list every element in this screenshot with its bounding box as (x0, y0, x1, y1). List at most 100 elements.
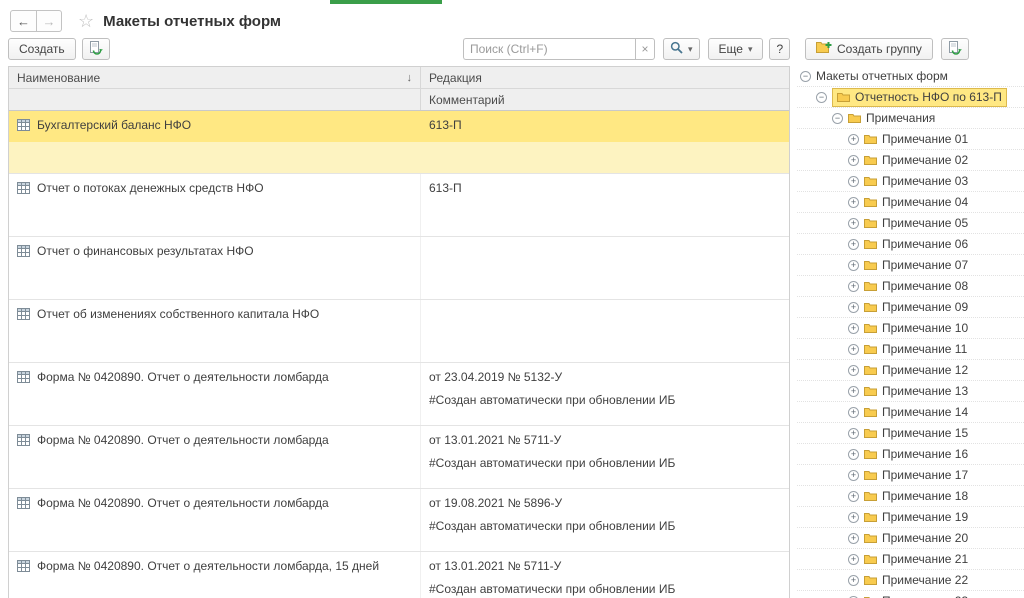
row-revision: от 23.04.2019 № 5132-У (429, 370, 781, 384)
folder-icon (864, 533, 877, 544)
folder-icon (864, 155, 877, 166)
column-header-name[interactable]: Наименование ↓ (9, 67, 421, 88)
table-row[interactable]: Форма № 0420890. Отчет о деятельности ло… (9, 489, 789, 552)
expand-icon[interactable]: + (848, 344, 859, 355)
tree-notes-group[interactable]: − Примечания (797, 108, 1024, 129)
table-row[interactable]: Форма № 0420890. Отчет о деятельности ло… (9, 552, 789, 598)
tree-note-item[interactable]: + Примечание 09 (797, 297, 1024, 318)
collapse-icon[interactable]: − (816, 92, 827, 103)
expand-icon[interactable]: + (848, 449, 859, 460)
collapse-icon[interactable]: − (832, 113, 843, 124)
export-list-button[interactable] (82, 38, 110, 60)
table-row[interactable]: Отчет об изменениях собственного капитал… (9, 300, 789, 363)
expand-icon[interactable]: + (848, 323, 859, 334)
expand-icon[interactable]: + (848, 197, 859, 208)
table-row[interactable]: Форма № 0420890. Отчет о деятельности ло… (9, 426, 789, 489)
expand-icon[interactable]: + (848, 302, 859, 313)
create-button[interactable]: Создать (8, 38, 76, 60)
tree-note-item[interactable]: + Примечание 20 (797, 528, 1024, 549)
tree-note-label: Примечание 10 (882, 321, 968, 335)
tree-note-item[interactable]: + Примечание 08 (797, 276, 1024, 297)
template-icon (17, 245, 30, 260)
tree-note-item[interactable]: + Примечание 11 (797, 339, 1024, 360)
expand-icon[interactable]: + (848, 554, 859, 565)
tree-note-item[interactable]: + Примечание 01 (797, 129, 1024, 150)
expand-icon[interactable]: + (848, 218, 859, 229)
template-icon (17, 182, 30, 197)
export-tree-button[interactable] (941, 38, 969, 60)
help-button[interactable]: ? (769, 38, 790, 60)
folder-icon (864, 407, 877, 418)
tree-note-item[interactable]: + Примечание 15 (797, 423, 1024, 444)
table-row[interactable]: Форма № 0420890. Отчет о деятельности ло… (9, 363, 789, 426)
expand-icon[interactable]: + (848, 281, 859, 292)
expand-icon[interactable]: + (848, 533, 859, 544)
column-header-comment[interactable]: Комментарий (421, 93, 789, 107)
expand-icon[interactable]: + (848, 512, 859, 523)
search-button[interactable]: ▾ (663, 38, 700, 60)
folder-icon (848, 113, 861, 124)
expand-icon[interactable]: + (848, 365, 859, 376)
table-row[interactable]: Отчет о финансовых результатах НФО (9, 237, 789, 300)
tree-note-label: Примечание 06 (882, 237, 968, 251)
report-table: Наименование ↓ Редакция Комментарий Бухг… (8, 66, 790, 598)
search-clear-button[interactable]: × (635, 38, 655, 60)
tree-note-item[interactable]: + Примечание 17 (797, 465, 1024, 486)
tree-note-item[interactable]: + Примечание 23 (797, 591, 1024, 598)
expand-icon[interactable]: + (848, 491, 859, 502)
row-name: Отчет об изменениях собственного капитал… (37, 307, 319, 321)
row-comment: #Создан автоматически при обновлении ИБ (429, 519, 781, 533)
collapse-icon[interactable]: − (800, 71, 811, 82)
document-green-arrow-icon (89, 41, 103, 58)
report-table-body: Бухгалтерский баланс НФО 613-П Отчет о п… (9, 111, 789, 598)
tree-note-item[interactable]: + Примечание 10 (797, 318, 1024, 339)
folder-icon (864, 302, 877, 313)
expand-icon[interactable]: + (848, 176, 859, 187)
search-input[interactable] (463, 38, 635, 60)
tree-note-item[interactable]: + Примечание 19 (797, 507, 1024, 528)
expand-icon[interactable]: + (848, 155, 859, 166)
create-group-button[interactable]: Создать группу (805, 38, 933, 60)
expand-icon[interactable]: + (848, 386, 859, 397)
row-comment: #Создан автоматически при обновлении ИБ (429, 393, 781, 407)
expand-icon[interactable]: + (848, 428, 859, 439)
folder-icon (864, 386, 877, 397)
toolbar: Создать × ▾ (0, 38, 1024, 64)
tree-note-item[interactable]: + Примечание 03 (797, 171, 1024, 192)
forward-button[interactable]: → (36, 11, 61, 31)
tree-note-item[interactable]: + Примечание 02 (797, 150, 1024, 171)
expand-icon[interactable]: + (848, 260, 859, 271)
expand-icon[interactable]: + (848, 470, 859, 481)
more-button[interactable]: Еще ▾ (708, 38, 764, 60)
expand-icon[interactable]: + (848, 575, 859, 586)
tree-group-613p[interactable]: − Отчетность НФО по 613-П (797, 87, 1024, 108)
tree-note-item[interactable]: + Примечание 21 (797, 549, 1024, 570)
table-row[interactable]: Отчет о потоках денежных средств НФО 613… (9, 174, 789, 237)
tree-note-label: Примечание 12 (882, 363, 968, 377)
row-revision: 613-П (429, 181, 781, 195)
tree-note-item[interactable]: + Примечание 05 (797, 213, 1024, 234)
nav-buttons: ← → (10, 10, 62, 32)
expand-icon[interactable]: + (848, 239, 859, 250)
tree-selected-item[interactable]: Отчетность НФО по 613-П (832, 88, 1007, 107)
tree-note-item[interactable]: + Примечание 04 (797, 192, 1024, 213)
expand-icon[interactable]: + (848, 134, 859, 145)
back-button[interactable]: ← (11, 11, 36, 31)
expand-icon[interactable]: + (848, 407, 859, 418)
folder-icon (864, 470, 877, 481)
tree-note-item[interactable]: + Примечание 13 (797, 381, 1024, 402)
table-row[interactable]: Бухгалтерский баланс НФО 613-П (9, 111, 789, 174)
tree-note-item[interactable]: + Примечание 18 (797, 486, 1024, 507)
tree-note-item[interactable]: + Примечание 16 (797, 444, 1024, 465)
tree-note-label: Примечание 15 (882, 426, 968, 440)
column-header-revision[interactable]: Редакция (421, 71, 789, 85)
favorite-star-icon[interactable]: ☆ (78, 12, 94, 30)
tree-note-item[interactable]: + Примечание 06 (797, 234, 1024, 255)
tree-root[interactable]: − Макеты отчетных форм (797, 66, 1024, 87)
tree-note-label: Примечание 17 (882, 468, 968, 482)
tree-note-item[interactable]: + Примечание 12 (797, 360, 1024, 381)
tree-note-item[interactable]: + Примечание 22 (797, 570, 1024, 591)
tree-note-item[interactable]: + Примечание 07 (797, 255, 1024, 276)
template-icon (17, 434, 30, 449)
tree-note-item[interactable]: + Примечание 14 (797, 402, 1024, 423)
